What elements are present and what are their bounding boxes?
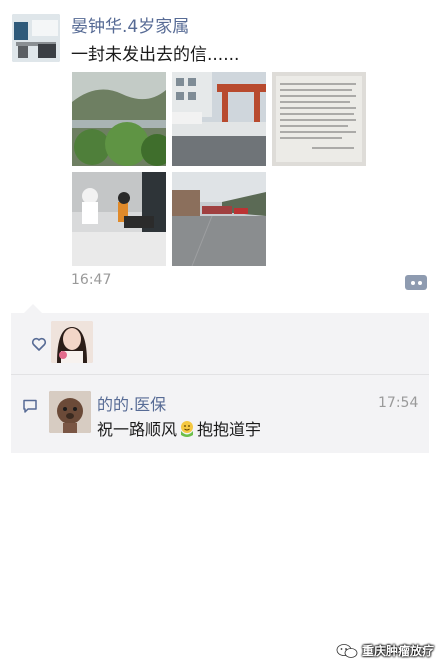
- photo-1[interactable]: [72, 72, 166, 166]
- comment-text: 祝一路顺风 抱抱道宇: [97, 416, 261, 440]
- commenter-name[interactable]: 的的.医保: [97, 391, 166, 415]
- comment-divider: [11, 374, 429, 375]
- hug-emoji-icon: [181, 421, 194, 437]
- comment-box-arrow: [24, 304, 42, 313]
- more-dot: [410, 280, 415, 285]
- post-text: 一封未发出去的信......: [71, 45, 240, 65]
- likes-comments-box: 的的.医保 17:54 祝一路顺风 抱抱道宇: [11, 313, 429, 453]
- author-avatar[interactable]: [12, 14, 60, 62]
- comment-time: 17:54: [378, 395, 419, 411]
- heart-icon: [31, 337, 47, 351]
- more-dots-icon[interactable]: [405, 275, 427, 290]
- more-dot: [417, 280, 422, 285]
- wechat-icon: [336, 643, 358, 658]
- photo-5[interactable]: [172, 172, 266, 266]
- comment-text-part: 祝一路顺风: [97, 420, 178, 439]
- watermark-text: 重庆肿瘤放疗: [362, 644, 435, 658]
- comment-icon: [23, 399, 37, 413]
- commenter-avatar[interactable]: [49, 391, 91, 433]
- comment-text-part: 抱抱道宇: [197, 420, 262, 439]
- photo-2[interactable]: [172, 72, 266, 166]
- photo-3[interactable]: [272, 72, 366, 166]
- liker-avatar[interactable]: [51, 321, 93, 363]
- post-time: 16:47: [71, 272, 112, 288]
- photo-4[interactable]: [72, 172, 166, 266]
- author-name[interactable]: 晏钟华.4岁家属: [71, 12, 189, 37]
- watermark: 重庆肿瘤放疗: [336, 642, 434, 659]
